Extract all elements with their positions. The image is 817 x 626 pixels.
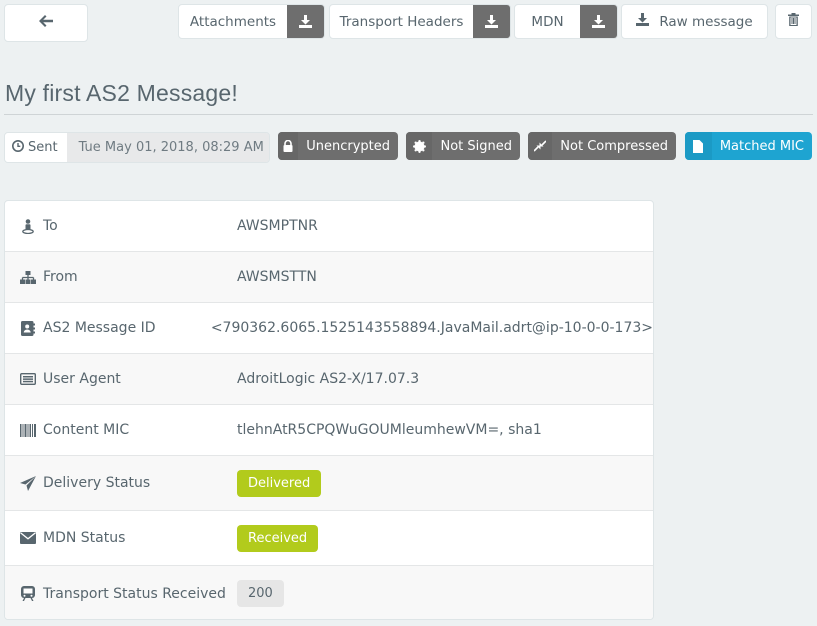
detail-label: MDN Status [43, 530, 126, 546]
detail-label: Delivery Status [43, 475, 151, 491]
detail-row-mdn-status: MDN Status Received [5, 510, 653, 565]
detail-row-user-agent: User Agent AdroitLogic AS2-X/17.07.3 [5, 353, 653, 404]
encryption-status-badge: Unencrypted [278, 132, 398, 160]
clock-icon [12, 139, 24, 156]
sitemap-icon [19, 270, 37, 284]
transport-headers-button[interactable]: Transport Headers [329, 4, 511, 39]
mdn-status-badge: Received [237, 524, 319, 552]
detail-label: Content MIC [43, 422, 130, 438]
detail-value: AWSMPTNR [237, 218, 318, 234]
transport-headers-label: Transport Headers [339, 13, 464, 30]
trash-icon [788, 13, 799, 30]
sent-label-group: Sent [5, 133, 67, 162]
signature-status-badge: Not Signed [406, 132, 520, 160]
compression-status-badge: Not Compressed [528, 132, 676, 160]
file-icon [685, 132, 712, 160]
title-divider [4, 114, 813, 115]
download-icon [636, 13, 650, 30]
delete-button[interactable] [775, 4, 812, 39]
detail-row-transport-status: Transport Status Received 200 [5, 565, 653, 619]
detail-row-to: To AWSMPTNR [5, 201, 653, 251]
detail-row-from: From AWSMSTTN [5, 251, 653, 302]
envelope-icon [19, 532, 37, 544]
detail-value: <790362.6065.1525143558894.JavaMail.adrt… [210, 320, 653, 336]
compress-icon [528, 132, 553, 160]
detail-label: From [43, 269, 78, 285]
detail-label: AS2 Message ID [43, 320, 156, 336]
arrow-left-icon [39, 15, 53, 31]
attachments-label: Attachments [189, 13, 277, 30]
detail-row-delivery-status: Delivery Status Delivered [5, 455, 653, 510]
mdn-label: MDN [531, 13, 564, 30]
detail-label: Transport Status Received [43, 585, 226, 602]
compression-status-label: Not Compressed [560, 138, 668, 154]
barcode-icon [19, 423, 37, 437]
raw-message-button[interactable]: Raw message [621, 4, 768, 39]
download-icon[interactable] [287, 5, 324, 38]
list-alt-icon [19, 373, 37, 385]
paper-plane-icon [19, 475, 37, 491]
signature-status-label: Not Signed [440, 138, 512, 154]
address-book-icon [19, 320, 37, 336]
transport-status-badge: 200 [237, 580, 284, 607]
sent-label: Sent [28, 140, 58, 155]
detail-label: To [43, 218, 58, 234]
train-icon [19, 586, 37, 601]
encryption-status-label: Unencrypted [306, 138, 390, 154]
page-title: My first AS2 Message! [5, 80, 238, 106]
detail-value: AWSMSTTN [237, 269, 317, 285]
back-button[interactable] [4, 4, 88, 42]
raw-message-label: Raw message [659, 13, 753, 30]
mic-status-label: Matched MIC [719, 138, 804, 154]
mdn-button[interactable]: MDN [514, 4, 618, 39]
download-icon[interactable] [580, 5, 617, 38]
detail-value: tlehnAtR5CPQWuGOUMleumhewVM=, sha1 [237, 422, 542, 438]
delivery-status-badge: Delivered [237, 469, 322, 497]
detail-value: AdroitLogic AS2-X/17.07.3 [237, 371, 420, 387]
message-details-table: To AWSMPTNR From AWSMSTTN AS2 Message ID… [4, 200, 654, 620]
mic-status-badge: Matched MIC [685, 132, 812, 160]
user-icon [19, 218, 37, 234]
detail-label: User Agent [43, 371, 121, 387]
lock-icon [278, 132, 299, 160]
detail-row-message-id: AS2 Message ID <790362.6065.152514355889… [5, 302, 653, 353]
sent-timestamp: Sent Tue May 01, 2018, 08:29 AM [4, 132, 270, 163]
certificate-icon [406, 132, 433, 160]
download-icon[interactable] [473, 5, 510, 38]
attachments-button[interactable]: Attachments [178, 4, 325, 39]
detail-row-content-mic: Content MIC tlehnAtR5CPQWuGOUMleumhewVM=… [5, 404, 653, 455]
sent-value: Tue May 01, 2018, 08:29 AM [66, 133, 269, 162]
